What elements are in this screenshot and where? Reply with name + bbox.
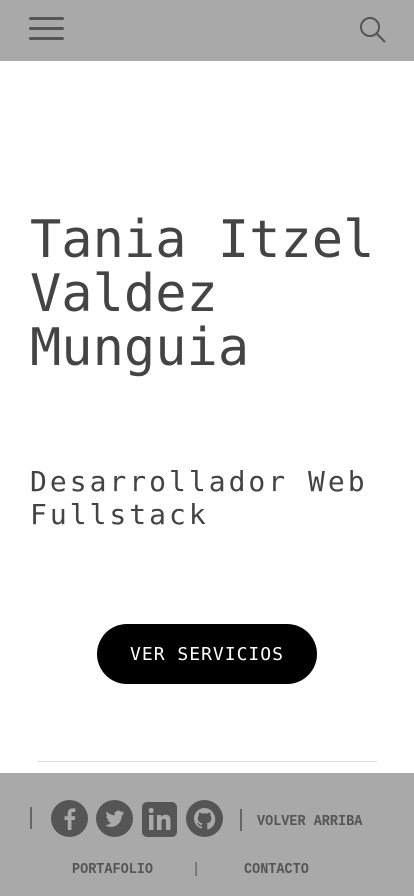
footer-link-separator: | <box>192 861 201 878</box>
footer-link-portfolio[interactable]: PORTAFOLIO <box>72 861 153 878</box>
separator <box>240 809 242 831</box>
back-to-top-link[interactable]: VOLVER ARRIBA <box>257 813 362 830</box>
hero-name: Tania Itzel Valdez Munguia <box>30 210 375 378</box>
github-icon[interactable] <box>186 800 223 837</box>
search-icon[interactable] <box>358 15 388 45</box>
hamburger-menu-icon[interactable] <box>29 16 64 42</box>
divider <box>37 761 377 762</box>
footer: VOLVER ARRIBA PORTAFOLIO | CONTACTO <box>0 773 414 896</box>
linkedin-icon[interactable] <box>142 802 177 837</box>
twitter-icon[interactable] <box>96 800 133 837</box>
footer-link-contact[interactable]: CONTACTO <box>244 861 309 878</box>
hero-subtitle: Desarrollador Web Fullstack <box>30 465 368 531</box>
top-nav-bar <box>0 0 414 61</box>
facebook-icon[interactable] <box>51 800 88 837</box>
separator <box>30 807 32 829</box>
view-services-button[interactable]: VER SERVICIOS <box>97 624 317 684</box>
